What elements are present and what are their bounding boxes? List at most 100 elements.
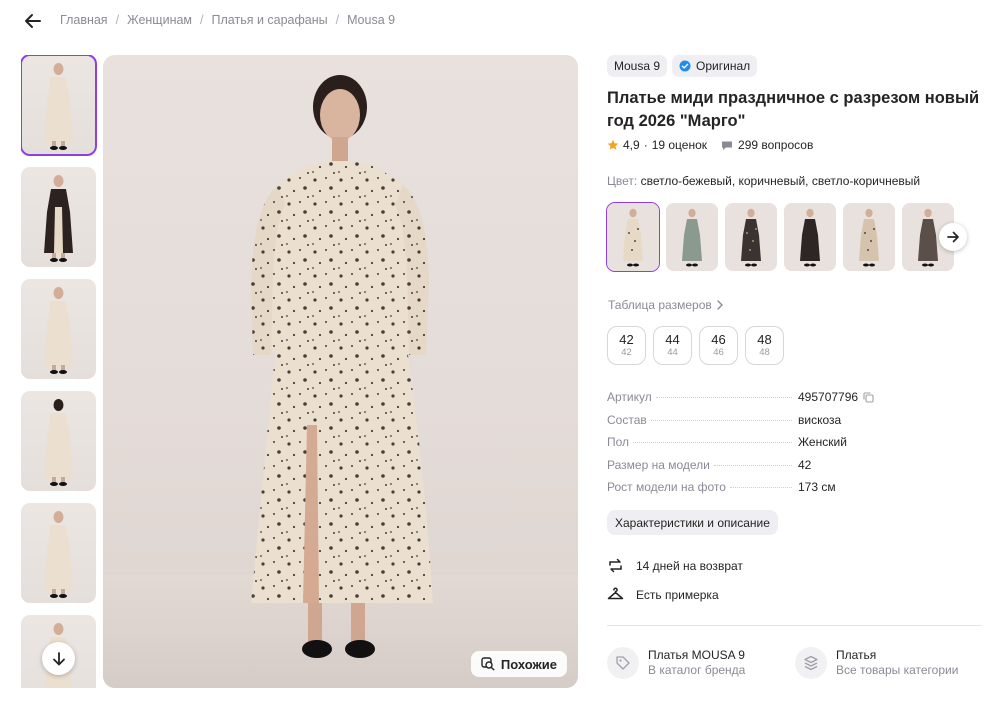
property-row: Артикул 495707796 <box>607 390 882 413</box>
colors-next-button[interactable] <box>939 223 967 251</box>
property-value-text: 173 см <box>798 480 836 494</box>
property-value: Женский <box>798 435 847 449</box>
size-ru: 46 <box>711 331 726 347</box>
reviews-link[interactable]: 19 оценок <box>652 138 707 152</box>
property-value: вискоза <box>798 413 841 427</box>
breadcrumb-brand[interactable]: Mousa 9 <box>347 13 395 27</box>
property-value: 42 <box>798 458 811 472</box>
thumbnail-image <box>44 399 73 486</box>
main-product-photo[interactable]: Похожие <box>103 55 578 688</box>
category-subtitle: Все товары категории <box>836 663 959 677</box>
breadcrumb-separator: / <box>335 13 340 27</box>
category-link[interactable]: Платья Все товары категории <box>795 647 958 679</box>
arrow-left-icon <box>25 14 41 28</box>
color-swatch-green[interactable] <box>666 203 718 271</box>
color-line: Цвет: светло-бежевый, коричневый, светло… <box>607 174 987 188</box>
verified-icon <box>679 60 691 72</box>
layers-icon <box>795 647 827 679</box>
size-table-link[interactable]: Таблица размеров <box>608 298 724 312</box>
property-value: 173 см <box>798 480 836 494</box>
back-button[interactable] <box>22 10 44 32</box>
property-value-text: 495707796 <box>798 390 859 404</box>
property-key: Размер на модели <box>607 457 710 472</box>
size-option[interactable]: 46 46 <box>699 326 738 365</box>
thumbnail-image <box>44 63 73 150</box>
breadcrumb-home[interactable]: Главная <box>60 13 108 27</box>
breadcrumb-dresses[interactable]: Платья и сарафаны <box>212 13 328 27</box>
color-swatch-black[interactable] <box>784 203 836 271</box>
characteristics-label: Характеристики и описание <box>615 515 770 530</box>
size-ru: 48 <box>757 331 772 347</box>
property-leader-dots <box>650 419 792 421</box>
fitting-feature: Есть примерка <box>607 586 719 603</box>
thumbnail-image <box>44 511 73 598</box>
thumbnails-scroll-down-button[interactable] <box>42 642 75 675</box>
star-icon <box>607 139 619 150</box>
size-option[interactable]: 42 42 <box>607 326 646 365</box>
property-row: Размер на модели 42 <box>607 458 882 481</box>
original-label: Оригинал <box>696 59 751 73</box>
questions-link[interactable]: 299 вопросов <box>721 138 813 152</box>
brand-chip[interactable]: Mousa 9 <box>607 55 668 77</box>
property-value-text: 42 <box>798 457 812 472</box>
color-swatch-image <box>843 203 895 271</box>
gallery-thumbnail[interactable] <box>21 167 96 267</box>
color-value: светло-бежевый, коричневый, светло-корич… <box>640 174 921 188</box>
divider <box>607 625 982 626</box>
brand-catalog-link[interactable]: Платья MOUSA 9 В каталог бренда <box>607 647 745 679</box>
color-swatch-image <box>784 203 836 271</box>
breadcrumb-women[interactable]: Женщинам <box>127 13 192 27</box>
property-leader-dots <box>729 487 792 488</box>
breadcrumb-separator: / <box>115 13 120 27</box>
color-swatch-floral[interactable] <box>725 203 777 271</box>
property-value: 495707796 <box>798 390 874 404</box>
size-ru: 44 <box>665 331 680 347</box>
product-chips: Mousa 9 Оригинал <box>607 55 987 77</box>
similar-button[interactable]: Похожие <box>470 651 567 677</box>
gallery-thumbnail[interactable] <box>21 279 96 379</box>
brand-catalog-title: Платья MOUSA 9 <box>648 648 745 662</box>
gallery-thumbnail[interactable] <box>21 391 96 491</box>
property-row: Рост модели на фото 173 см <box>607 480 882 503</box>
color-swatch-image <box>725 203 777 271</box>
color-swatch-image <box>666 203 718 271</box>
characteristics-button[interactable]: Характеристики и описание <box>607 510 778 535</box>
size-selector: 42 42 44 44 46 46 48 48 <box>607 326 784 365</box>
property-row: Пол Женский <box>607 435 882 458</box>
arrow-right-icon <box>947 231 959 243</box>
color-swatch-beige-print[interactable] <box>843 203 895 271</box>
property-leader-dots <box>713 464 792 466</box>
fitting-label: Есть примерка <box>636 587 719 602</box>
size-intl: 46 <box>713 346 724 358</box>
return-arrows-icon <box>609 558 622 573</box>
brand-name: Mousa 9 <box>614 59 661 73</box>
size-intl: 44 <box>667 346 678 358</box>
original-badge: Оригинал <box>672 55 758 77</box>
returns-feature: 14 дней на возврат <box>607 557 743 574</box>
copy-icon[interactable] <box>863 391 874 403</box>
property-key: Состав <box>607 412 647 427</box>
property-leader-dots <box>633 442 792 443</box>
thumbnail-image <box>44 175 73 262</box>
property-key: Артикул <box>607 390 652 404</box>
product-photo-image <box>103 75 578 688</box>
property-leader-dots <box>655 397 792 398</box>
size-option[interactable]: 44 44 <box>653 326 692 365</box>
chevron-right-icon <box>717 300 723 310</box>
gallery-thumbnail[interactable] <box>21 503 96 603</box>
color-swatches <box>606 202 954 272</box>
property-key: Пол <box>607 435 630 449</box>
thumbnail-strip <box>21 55 97 688</box>
thumbnail-image <box>44 287 73 374</box>
chat-bubble-icon <box>722 141 733 150</box>
color-label: Цвет: <box>607 174 638 188</box>
tag-icon <box>607 647 639 679</box>
color-swatch-image <box>607 203 659 271</box>
color-swatch-light-beige[interactable] <box>606 202 660 272</box>
size-ru: 42 <box>619 331 634 347</box>
gallery-thumbnail[interactable] <box>21 55 97 156</box>
size-option[interactable]: 48 48 <box>745 326 784 365</box>
property-value-text: Женский <box>798 435 847 449</box>
brand-catalog-subtitle: В каталог бренда <box>648 663 746 677</box>
property-key: Рост модели на фото <box>607 480 726 494</box>
